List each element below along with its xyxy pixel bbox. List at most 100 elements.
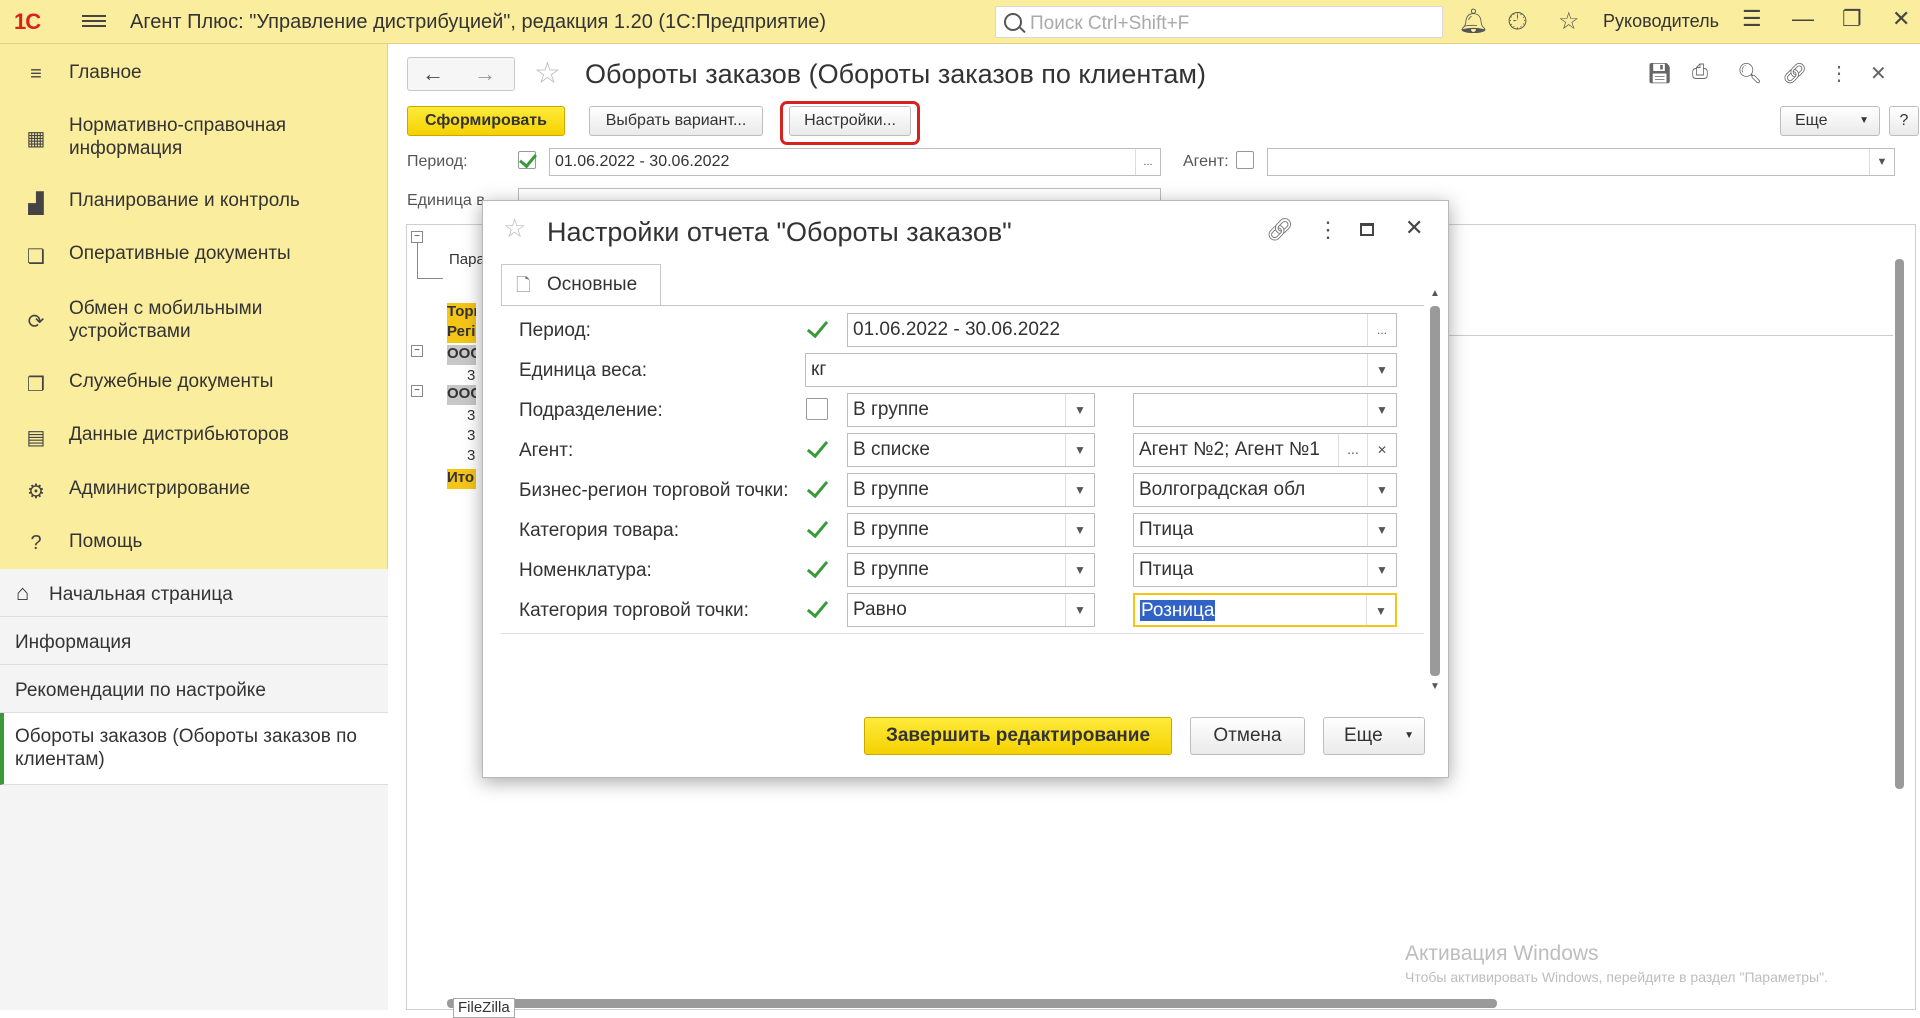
close-window-icon[interactable]: ✕ [1892, 6, 1910, 32]
period-field[interactable]: 01.06.2022 - 30.06.2022 ... [549, 148, 1161, 176]
chevron-down-icon[interactable]: ▼ [1367, 514, 1396, 546]
link-icon[interactable]: 🔗︎ [1782, 61, 1807, 86]
agent-value-field[interactable]: Агент №2; Агент №1 ... ✕ [1133, 433, 1397, 467]
period-field[interactable]: 01.06.2022 - 30.06.2022 ... [847, 313, 1397, 347]
more-vertical-icon[interactable]: ⋮ [1829, 61, 1849, 86]
outlet-category-condition-select[interactable]: Равно ▼ [847, 593, 1095, 627]
close-form-icon[interactable]: ✕ [1870, 61, 1887, 86]
clear-icon[interactable]: ✕ [1367, 434, 1396, 466]
nomenclature-label: Номенклатура: [519, 560, 652, 581]
chevron-down-icon[interactable]: ▼ [1065, 554, 1094, 586]
sidebar-item-label: Помощь [69, 531, 143, 552]
print-icon[interactable]: ⎙ [1692, 61, 1708, 84]
finish-editing-button[interactable]: Завершить редактирование [864, 717, 1172, 755]
chevron-down-icon[interactable]: ▼ [1065, 594, 1094, 626]
business-region-condition-select[interactable]: В группе ▼ [847, 473, 1095, 507]
document-icon: 🗋 [516, 275, 531, 295]
favorite-star-icon[interactable]: ☆ [503, 213, 526, 244]
collapse-icon[interactable]: − [411, 345, 423, 357]
condition-value: В группе [853, 479, 929, 500]
maximize-icon[interactable] [1360, 223, 1374, 236]
product-category-condition-select[interactable]: В группе ▼ [847, 513, 1095, 547]
open-window-orders-report[interactable]: Обороты заказов (Обороты заказов по клие… [0, 713, 388, 785]
period-choose-button[interactable]: ... [1135, 149, 1160, 175]
open-window-info[interactable]: Информация [0, 617, 388, 665]
cancel-button[interactable]: Отмена [1190, 717, 1305, 755]
product-category-value-select[interactable]: Птица ▼ [1133, 513, 1397, 547]
main-menu-icon[interactable] [82, 12, 106, 32]
collapse-icon[interactable]: − [411, 231, 423, 243]
generate-button[interactable]: Сформировать [407, 106, 565, 136]
vertical-scrollbar[interactable] [1893, 239, 1905, 999]
chevron-down-icon[interactable]: ▼ [1367, 354, 1396, 386]
open-window-recommendations[interactable]: Рекомендации по настройке [0, 665, 388, 713]
chevron-down-icon[interactable]: ▼ [1869, 149, 1894, 175]
open-window-label: Начальная страница [49, 584, 233, 605]
nomenclature-condition-select[interactable]: В группе ▼ [847, 553, 1095, 587]
restore-icon[interactable]: ❐ [1842, 6, 1862, 32]
table-row: 3 [467, 367, 476, 384]
nomenclature-value-select[interactable]: Птица ▼ [1133, 553, 1397, 587]
forward-arrow-icon[interactable]: → [474, 61, 496, 87]
outlet-category-checkbox[interactable] [806, 599, 828, 621]
chevron-down-icon[interactable]: ▼ [1065, 394, 1094, 426]
settings-menu-icon[interactable]: ☰ [1742, 6, 1762, 32]
business-region-value-select[interactable]: Волгоградская обл ▼ [1133, 473, 1397, 507]
subdivision-checkbox[interactable] [806, 398, 828, 420]
period-checkbox[interactable] [806, 319, 828, 341]
save-icon[interactable]: 💾︎ [1647, 61, 1672, 86]
chevron-down-icon[interactable]: ▼ [1065, 474, 1094, 506]
scroll-up-icon[interactable]: ▲ [1430, 288, 1440, 299]
agent-checkbox[interactable] [806, 439, 828, 461]
open-window-home[interactable]: ⌂ Начальная страница [0, 569, 388, 617]
weight-unit-select[interactable]: кг ▼ [805, 353, 1397, 387]
outlet-category-value: Розница [1140, 600, 1216, 621]
outlet-category-value-select[interactable]: Розница ▼ [1133, 593, 1397, 627]
scroll-down-icon[interactable]: ▼ [1430, 681, 1440, 692]
agent-condition-select[interactable]: В списке ▼ [847, 433, 1095, 467]
chevron-down-icon[interactable]: ▼ [1367, 394, 1396, 426]
chevron-down-icon[interactable]: ▼ [1065, 434, 1094, 466]
agent-field[interactable]: ▼ [1267, 148, 1895, 176]
choose-variant-button[interactable]: Выбрать вариант... [589, 106, 763, 136]
nomenclature-checkbox[interactable] [806, 559, 828, 581]
agent-checkbox[interactable] [1236, 151, 1254, 169]
horizontal-scrollbar[interactable] [427, 995, 1907, 1009]
back-arrow-icon[interactable]: ← [422, 61, 444, 87]
sidebar-item-label: Обмен с мобильными устройствами [69, 298, 263, 342]
more-vertical-icon[interactable]: ⋮ [1317, 217, 1339, 243]
period-checkbox[interactable] [518, 151, 536, 169]
tab-main[interactable]: 🗋 Основные [501, 264, 661, 306]
dialog-more-button[interactable]: Еще ▼ [1323, 717, 1425, 755]
condition-value: В группе [853, 519, 929, 540]
period-label: Период: [519, 320, 591, 341]
chevron-down-icon[interactable]: ▼ [1366, 595, 1395, 625]
search-placeholder: Поиск Ctrl+Shift+F [1030, 13, 1190, 34]
history-icon[interactable]: 🕘︎ [1508, 8, 1527, 36]
business-region-checkbox[interactable] [806, 479, 828, 501]
open-window-label: Рекомендации по настройке [15, 680, 266, 701]
bell-icon[interactable]: 🔔︎ [1458, 8, 1488, 36]
chevron-down-icon[interactable]: ▼ [1367, 474, 1396, 506]
user-name[interactable]: Руководитель [1603, 11, 1719, 32]
favorite-star-icon[interactable]: ☆ [534, 56, 561, 91]
dialog-scrollbar[interactable]: ▲ ▼ [1428, 288, 1442, 696]
collapse-icon[interactable]: − [411, 385, 423, 397]
star-icon[interactable]: ☆ [1558, 8, 1580, 36]
choose-button[interactable]: ... [1338, 434, 1367, 466]
chevron-down-icon[interactable]: ▼ [1065, 514, 1094, 546]
product-category-checkbox[interactable] [806, 519, 828, 541]
help-button[interactable]: ? [1889, 106, 1919, 136]
link-icon[interactable]: 🔗︎ [1266, 217, 1294, 243]
subdivision-condition-select[interactable]: В группе ▼ [847, 393, 1095, 427]
period-label: Период: [407, 153, 468, 170]
minimize-icon[interactable]: — [1792, 6, 1814, 32]
period-choose-button[interactable]: ... [1367, 314, 1396, 346]
close-icon[interactable]: ✕ [1405, 215, 1423, 241]
subdivision-value-select[interactable]: ▼ [1133, 393, 1397, 427]
search-input[interactable]: Поиск Ctrl+Shift+F [995, 6, 1443, 38]
settings-highlight-frame [780, 101, 920, 145]
chevron-down-icon[interactable]: ▼ [1367, 554, 1396, 586]
more-button[interactable]: Еще ▼ [1780, 106, 1880, 136]
preview-icon[interactable]: 🔍︎ [1737, 61, 1762, 86]
